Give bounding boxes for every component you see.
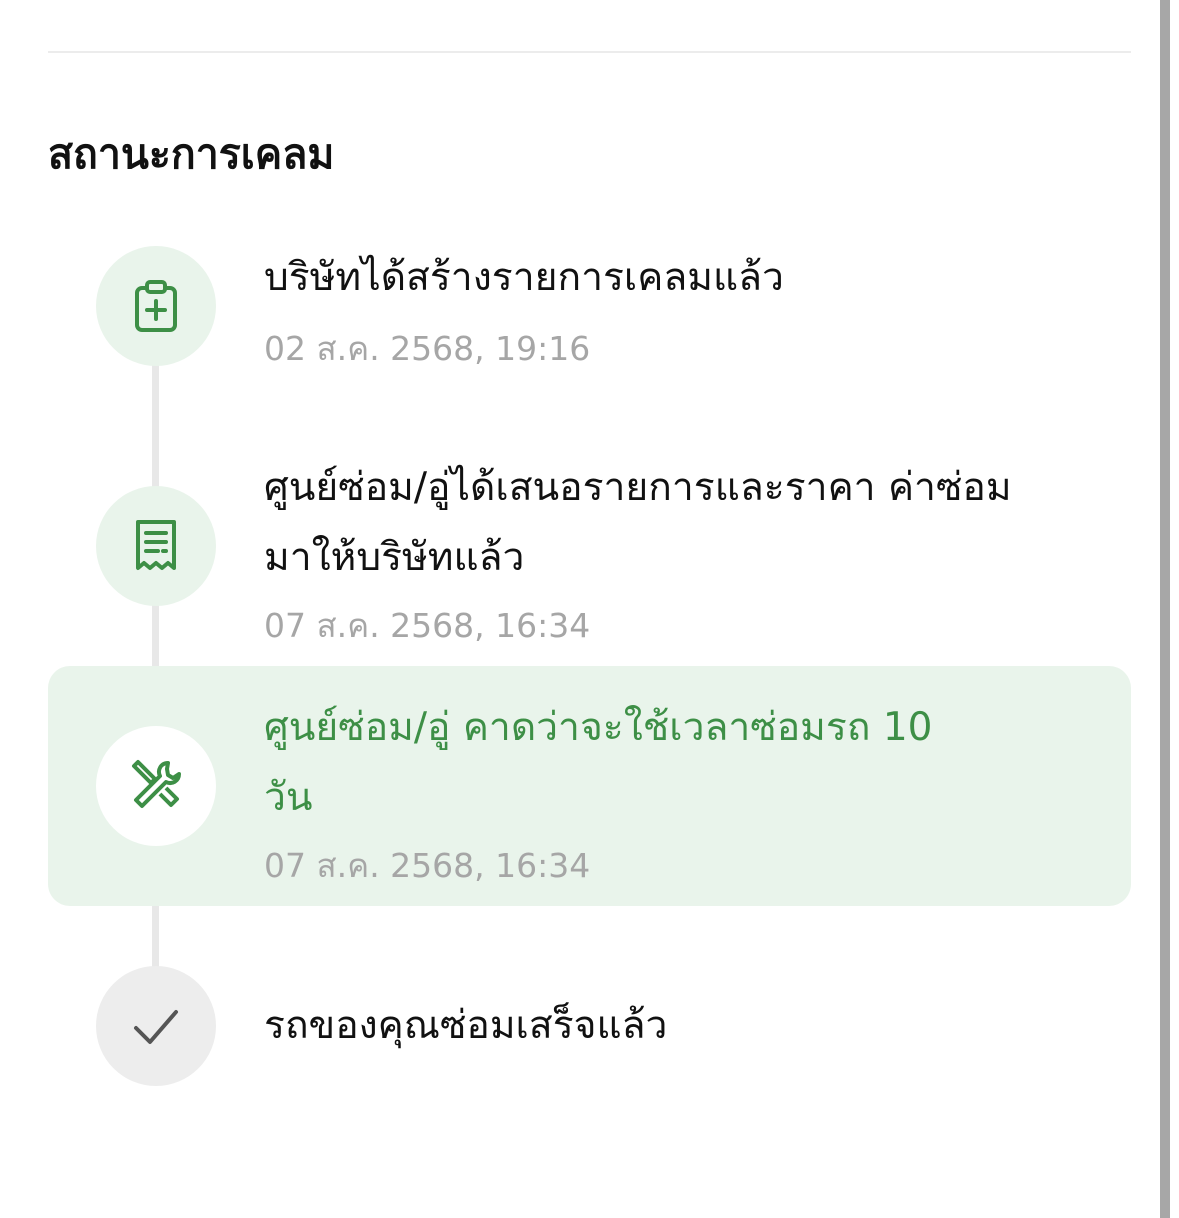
receipt-icon [136,520,176,570]
claim-status-title: สถานะการเคลม [48,130,335,178]
step-3-node [96,726,216,846]
step-1-node [96,246,216,366]
step-2-title: ศูนย์ซ่อม/อู่ได้เสนอรายการและราคา ค่าซ่อ… [264,465,1012,580]
step-4-node [96,966,216,1086]
step-2-time: 07 ส.ค. 2568, 16:34 [264,606,591,645]
step-4-title: รถของคุณซ่อมเสร็จแล้ว [264,1003,668,1048]
scrollbar[interactable] [1160,0,1170,1218]
wrench-screwdriver-icon [132,760,181,808]
checkmark-icon [134,1010,178,1044]
step-1-title: บริษัทได้สร้างรายการเคลมแล้ว [264,255,784,300]
step-3-time: 07 ส.ค. 2568, 16:34 [264,846,591,885]
step-2-node [96,486,216,606]
step-1-time: 02 ส.ค. 2568, 19:16 [264,329,591,368]
top-divider [48,51,1131,53]
clipboard-plus-icon [135,280,177,332]
step-3-title: ศูนย์ซ่อม/อู่ คาดว่าจะใช้เวลาซ่อมรถ 10 ว… [264,705,933,820]
